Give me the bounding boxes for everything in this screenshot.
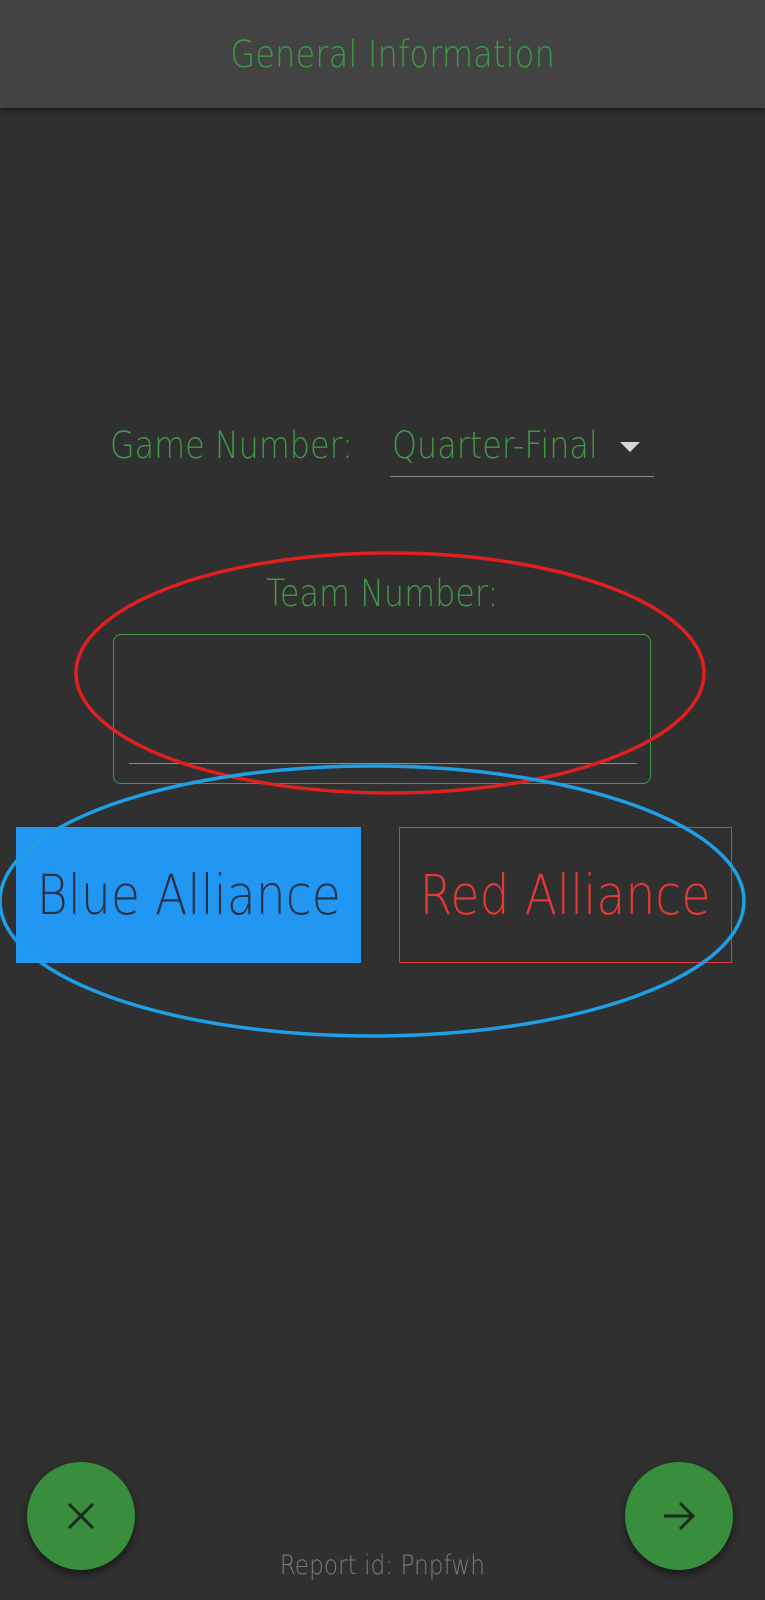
report-id-text: Report id: Pnpfwh (279, 1550, 486, 1581)
blue-alliance-button[interactable]: Blue Alliance (16, 827, 361, 963)
team-number-label: Team Number: (0, 572, 765, 615)
red-alliance-button[interactable]: Red Alliance (399, 827, 732, 963)
team-number-box (113, 634, 651, 784)
team-number-label-text: Team Number: (266, 572, 499, 615)
close-icon (67, 1502, 95, 1530)
game-number-dropdown[interactable]: Quarter-Final (390, 418, 654, 477)
dropdown-caret-icon (620, 442, 640, 452)
arrow-right-icon (664, 1501, 696, 1531)
annotation-overlay (0, 551, 746, 1038)
red-alliance-label: Red Alliance (420, 863, 711, 927)
app-bar: General Information (0, 0, 765, 108)
report-id: Report id: Pnpfwh (0, 1550, 765, 1581)
game-number-selected-value: Quarter-Final (392, 424, 598, 467)
game-number-label: Game Number: (110, 424, 353, 467)
blue-alliance-label: Blue Alliance (36, 863, 341, 927)
page-title: General Information (230, 32, 555, 76)
team-number-input[interactable] (129, 653, 637, 764)
